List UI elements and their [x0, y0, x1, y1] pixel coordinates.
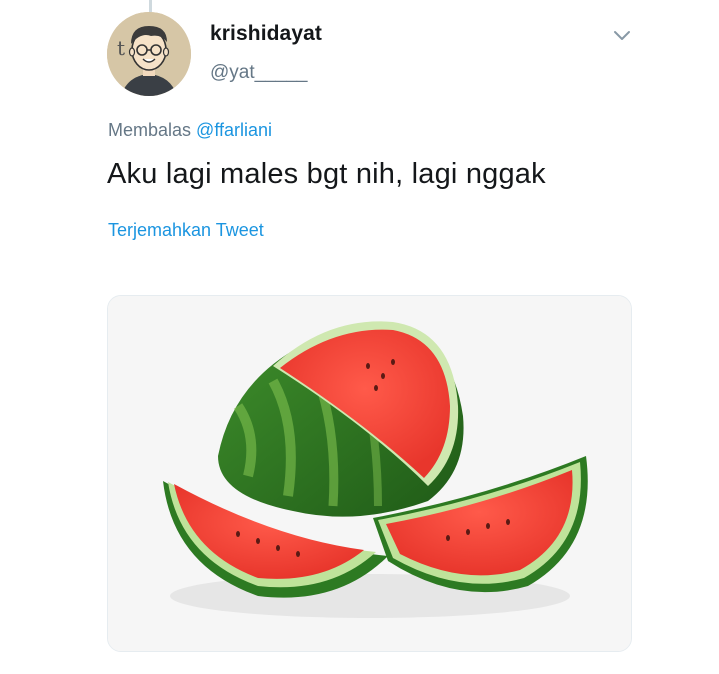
tweet-page: t krishidayat @yat_____ Membalas @ffarli…: [0, 0, 719, 674]
user-handle[interactable]: @yat_____: [210, 62, 307, 84]
reply-mention-link[interactable]: @ffarliani: [196, 120, 272, 140]
chevron-down-icon[interactable]: [610, 24, 634, 46]
tweet-media-image[interactable]: [107, 295, 632, 652]
reply-prefix: Membalas: [108, 120, 192, 140]
translate-tweet-link[interactable]: Terjemahkan Tweet: [108, 220, 264, 241]
avatar-letter: t: [117, 36, 126, 60]
watermelon-image: [108, 296, 631, 651]
tweet-text: Aku lagi males bgt nih, lagi nggak: [107, 158, 546, 190]
display-name[interactable]: krishidayat: [210, 22, 322, 46]
thread-connector: [149, 0, 152, 12]
reply-context: Membalas @ffarliani: [108, 120, 272, 141]
avatar[interactable]: t: [107, 12, 191, 96]
